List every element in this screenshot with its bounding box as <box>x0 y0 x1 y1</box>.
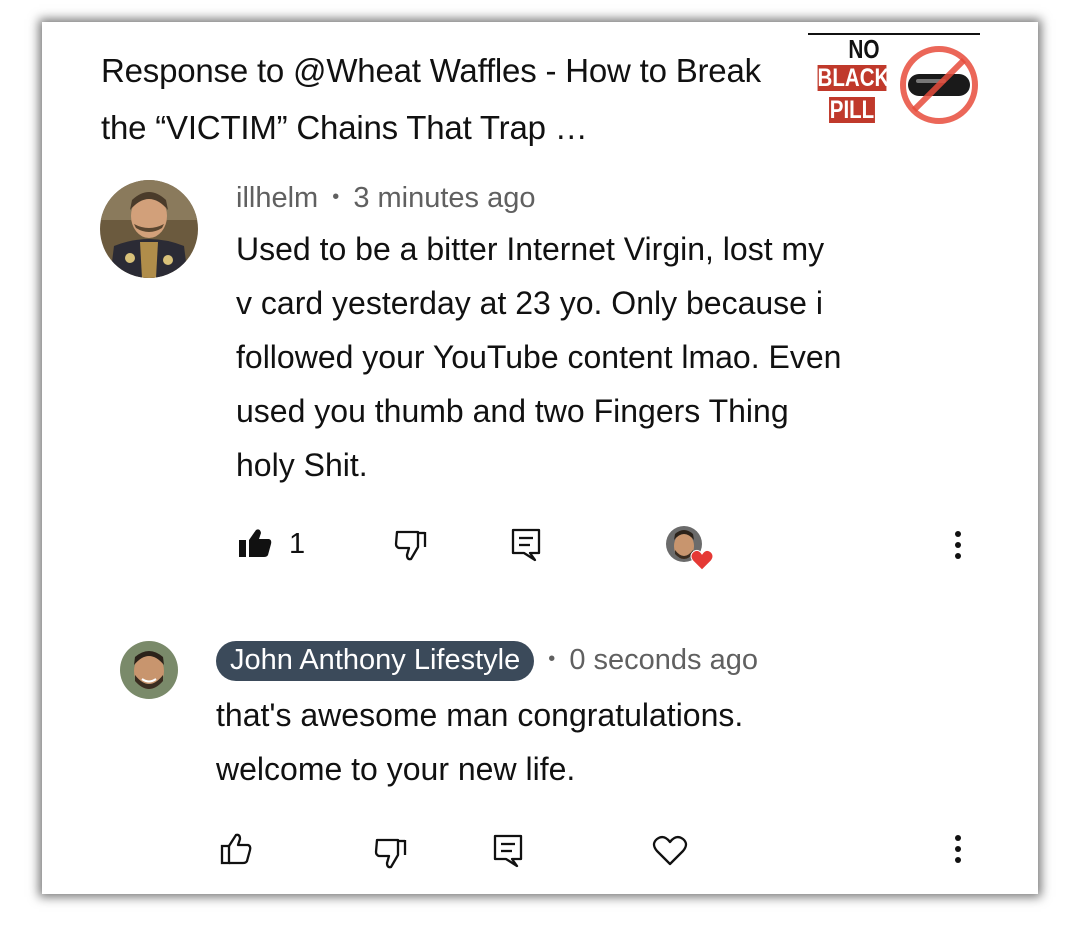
comment-time[interactable]: 3 minutes ago <box>353 182 535 214</box>
comment-author[interactable]: illhelm <box>236 182 318 214</box>
more-icon[interactable] <box>951 833 965 867</box>
like-icon[interactable] <box>238 527 272 559</box>
dislike-icon[interactable] <box>374 836 408 870</box>
meta-separator: • <box>548 648 556 670</box>
creator-name-chip[interactable]: John Anthony Lifestyle <box>216 641 535 681</box>
comment-line: used you thumb and two Fingers Thing <box>236 393 789 429</box>
comment-text: Used to be a bitter Internet Virgin, los… <box>236 222 841 492</box>
reply-avatar[interactable] <box>120 641 178 699</box>
video-thumbnail[interactable]: NO BLACK PILL <box>804 30 982 132</box>
thumbnail-text-no: NO <box>848 34 880 64</box>
comment-line: v card yesterday at 23 yo. Only because … <box>236 285 823 321</box>
like-count: 1 <box>289 528 306 560</box>
commenter-avatar-image <box>100 180 198 278</box>
more-icon[interactable] <box>951 529 965 563</box>
heart-icon <box>690 549 714 571</box>
thumbnail-border <box>808 33 980 35</box>
comment-line: followed your YouTube content lmao. Even <box>236 339 842 375</box>
like-icon[interactable] <box>219 832 253 866</box>
reply-text: that's awesome man congratulations. welc… <box>216 688 743 796</box>
reply-time[interactable]: 0 seconds ago <box>569 644 758 676</box>
reply-line: welcome to your new life. <box>216 751 576 787</box>
reply-icon[interactable] <box>492 833 524 869</box>
comment-meta: illhelm • 3 minutes ago <box>236 181 536 218</box>
comment-line: Used to be a bitter Internet Virgin, los… <box>236 231 825 267</box>
reply-meta: John Anthony Lifestyle • 0 seconds ago <box>216 641 758 681</box>
reply-line: that's awesome man congratulations. <box>216 697 744 733</box>
meta-separator: • <box>332 186 340 208</box>
commenter-avatar[interactable] <box>100 180 198 278</box>
thumbnail-text-black: BLACK <box>817 64 890 92</box>
thumbnail-text-pill: PILL <box>829 96 875 124</box>
dislike-icon[interactable] <box>394 528 428 562</box>
creator-heart-badge[interactable] <box>664 524 716 572</box>
video-title[interactable]: Response to @Wheat Waffles - How to Brea… <box>101 42 781 156</box>
comment-line: holy Shit. <box>236 447 368 483</box>
reply-avatar-image <box>120 641 178 699</box>
no-pill-icon <box>900 46 978 124</box>
reply-icon[interactable] <box>510 527 542 563</box>
heart-icon[interactable] <box>652 835 688 867</box>
